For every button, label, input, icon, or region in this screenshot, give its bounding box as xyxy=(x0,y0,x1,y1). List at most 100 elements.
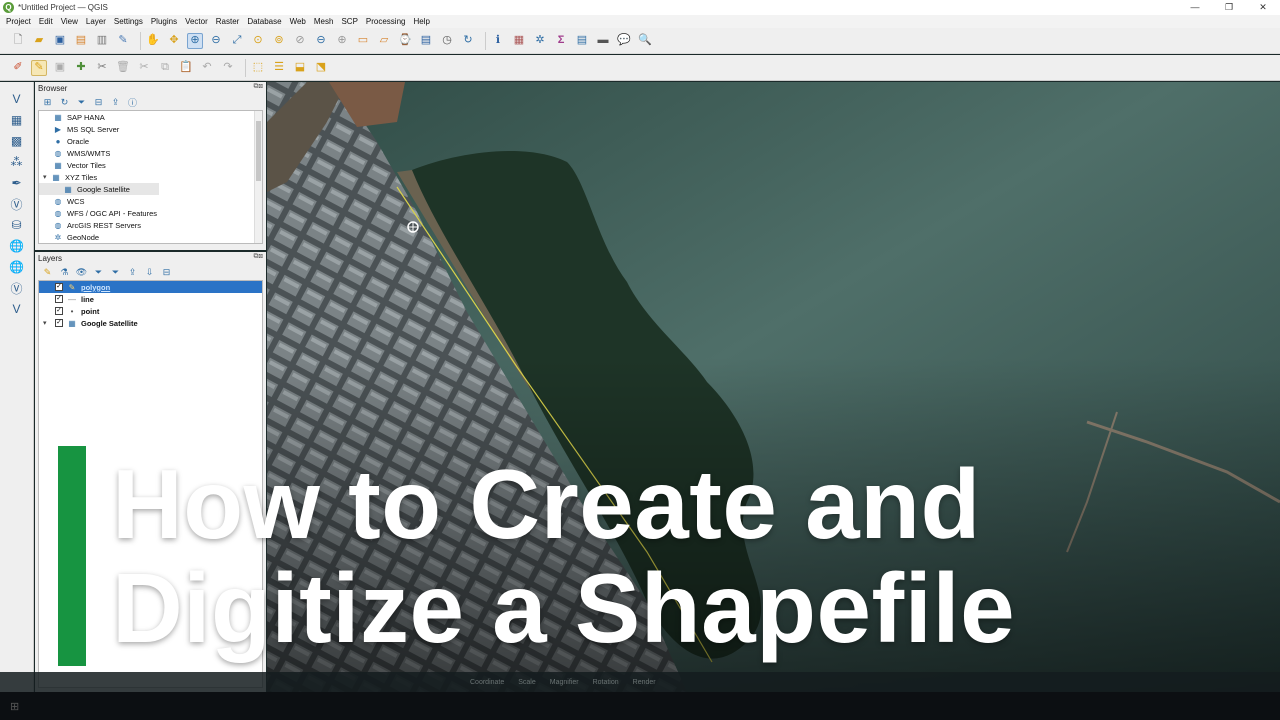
style-icon[interactable]: ✎ xyxy=(41,266,54,278)
pan-icon[interactable]: ✋ xyxy=(145,33,161,49)
cut-icon[interactable]: ✂ xyxy=(136,60,152,76)
save-project-icon[interactable]: ▣ xyxy=(52,33,68,49)
pan-to-selection-icon[interactable]: ✥ xyxy=(166,33,182,49)
info-icon[interactable]: ⓘ xyxy=(126,96,139,108)
measure-icon[interactable]: ▬ xyxy=(595,33,611,49)
paste-icon[interactable]: 📋 xyxy=(178,60,194,76)
collapse-all-icon[interactable]: ⊟ xyxy=(92,96,105,108)
add-delimited-text-icon[interactable]: ⁂ xyxy=(8,153,26,171)
browser-item[interactable]: ▦ Vector Tiles xyxy=(39,159,262,171)
expand-arrow-icon[interactable]: ▾ xyxy=(43,173,51,181)
zoom-out-icon[interactable]: ⊖ xyxy=(208,33,224,49)
menu-view[interactable]: View xyxy=(61,17,78,26)
table-icon[interactable]: ▤ xyxy=(574,33,590,49)
start-icon[interactable]: ⊞ xyxy=(10,700,22,713)
zoom-in-icon[interactable]: ⊕ xyxy=(187,32,203,49)
digitize-icon[interactable]: ✐ xyxy=(10,60,26,76)
add-wcs-icon[interactable]: 🌐 xyxy=(8,258,26,276)
layer-checkbox[interactable]: ✓ xyxy=(55,319,63,327)
close-button[interactable]: ✕ xyxy=(1246,0,1280,15)
add-vector-layer-icon[interactable]: V xyxy=(8,90,26,108)
undo-icon[interactable]: ↶ xyxy=(199,60,215,76)
menu-mesh[interactable]: Mesh xyxy=(314,17,334,26)
browser-item[interactable]: ◍ ArcGIS REST Servers xyxy=(39,219,262,231)
add-wfs-icon[interactable]: Ⓥ xyxy=(8,279,26,297)
open-project-icon[interactable]: ▰ xyxy=(31,33,47,49)
layer-row-line[interactable]: ✓ — line xyxy=(39,293,262,305)
filter-legend-icon[interactable]: ⏷ xyxy=(109,266,122,278)
new-3d-map-icon[interactable]: ▱ xyxy=(376,33,392,49)
field-calculator-icon[interactable]: ✲ xyxy=(532,33,548,49)
select-location-icon[interactable]: ⬔ xyxy=(313,60,329,76)
browser-item[interactable]: ▾ ▦ XYZ Tiles xyxy=(39,171,262,183)
visibility-icon[interactable]: 👁 xyxy=(75,266,88,278)
menu-scp[interactable]: SCP xyxy=(341,17,357,26)
layer-checkbox[interactable]: ✓ xyxy=(55,307,63,315)
select-features-icon[interactable]: ⬚ xyxy=(250,60,266,76)
add-wms-icon[interactable]: 🌐 xyxy=(8,237,26,255)
collapse-all-icon[interactable]: ⇩ xyxy=(143,266,156,278)
scrollbar-thumb[interactable] xyxy=(256,121,261,181)
menu-layer[interactable]: Layer xyxy=(86,17,106,26)
save-edits-icon[interactable]: ▣ xyxy=(52,60,68,76)
add-mesh-layer-icon[interactable]: ▩ xyxy=(8,132,26,150)
browser-tree[interactable]: ▦ SAP HANA ▶ MS SQL Server ● Oracle ◍ WM… xyxy=(38,110,263,244)
add-raster-layer-icon[interactable]: ▦ xyxy=(8,111,26,129)
copy-icon[interactable]: ⧉ xyxy=(157,60,173,76)
layer-row-google-satellite[interactable]: ▾ ✓ ▦ Google Satellite xyxy=(39,317,262,329)
new-map-view-icon[interactable]: ▭ xyxy=(355,33,371,49)
restore-button[interactable]: ❐ xyxy=(1212,0,1246,15)
browser-scrollbar[interactable] xyxy=(254,111,262,243)
browser-item[interactable]: ▦ Google Satellite xyxy=(39,183,159,195)
menu-edit[interactable]: Edit xyxy=(39,17,53,26)
remove-layer-icon[interactable]: ⊟ xyxy=(160,266,173,278)
deselect-icon[interactable]: ⬓ xyxy=(292,60,308,76)
filter-icon[interactable]: ⏷ xyxy=(75,96,88,108)
browser-item[interactable]: ◍ WMS/WMTS xyxy=(39,147,262,159)
vertex-tool-icon[interactable]: ✂ xyxy=(94,60,110,76)
menu-vector[interactable]: Vector xyxy=(185,17,208,26)
browser-item[interactable]: ▦ SAP HANA xyxy=(39,111,262,123)
panel-buttons[interactable]: ⧉⊠ xyxy=(254,83,263,91)
zoom-native-icon[interactable]: ⊘ xyxy=(292,33,308,49)
save-as-icon[interactable]: ▤ xyxy=(73,33,89,49)
zoom-to-layer-icon[interactable]: ⊚ xyxy=(271,33,287,49)
add-group-icon[interactable]: ⚗ xyxy=(58,266,71,278)
panel-buttons[interactable]: ⧉⊠ xyxy=(254,253,263,261)
attribute-table-icon[interactable]: ▦ xyxy=(511,33,527,49)
minimize-button[interactable]: — xyxy=(1178,0,1212,15)
bookmark-icon[interactable]: ▤ xyxy=(418,33,434,49)
redo-icon[interactable]: ↷ xyxy=(220,60,236,76)
menu-help[interactable]: Help xyxy=(413,17,429,26)
layer-row-polygon[interactable]: ✓ ✎ polygon xyxy=(39,281,262,293)
add-feature-icon[interactable]: ✚ xyxy=(73,60,89,76)
expand-arrow-icon[interactable]: ▾ xyxy=(43,319,55,327)
browser-item[interactable]: ◍ WFS / OGC API - Features xyxy=(39,207,262,219)
menu-database[interactable]: Database xyxy=(247,17,281,26)
select-by-value-icon[interactable]: ☰ xyxy=(271,60,287,76)
layer-checkbox[interactable]: ✓ xyxy=(55,295,63,303)
zoom-to-selection-icon[interactable]: ⊙ xyxy=(250,33,266,49)
new-project-icon[interactable]: 🗋 xyxy=(10,33,26,49)
menu-project[interactable]: Project xyxy=(6,17,31,26)
temporal-controller-icon[interactable]: ⌚ xyxy=(397,33,413,49)
add-postgis-icon[interactable]: ⛁ xyxy=(8,216,26,234)
statistics-icon[interactable]: Σ xyxy=(553,33,569,49)
menu-plugins[interactable]: Plugins xyxy=(151,17,177,26)
zoom-next-icon[interactable]: ⊕ xyxy=(334,33,350,49)
menu-raster[interactable]: Raster xyxy=(216,17,240,26)
menu-web[interactable]: Web xyxy=(290,17,306,26)
layer-checkbox[interactable]: ✓ xyxy=(55,283,63,291)
browser-item[interactable]: ◍ WCS xyxy=(39,195,262,207)
map-tips-icon[interactable]: 🔍 xyxy=(637,33,653,49)
layer-row-point[interactable]: ✓ • point xyxy=(39,305,262,317)
layout-manager-icon[interactable]: ✎ xyxy=(115,33,131,49)
zoom-full-icon[interactable]: ⤢ xyxy=(229,33,245,49)
delete-selected-icon[interactable]: 🗑 xyxy=(115,60,131,76)
print-layout-icon[interactable]: ▥ xyxy=(94,33,110,49)
show-bookmarks-icon[interactable]: ◷ xyxy=(439,33,455,49)
filter-icon[interactable]: ⏷ xyxy=(92,266,105,278)
toggle-editing-icon[interactable]: ✎ xyxy=(31,59,47,76)
identify-icon[interactable]: ℹ xyxy=(490,33,506,49)
browser-item[interactable]: ▶ MS SQL Server xyxy=(39,123,262,135)
